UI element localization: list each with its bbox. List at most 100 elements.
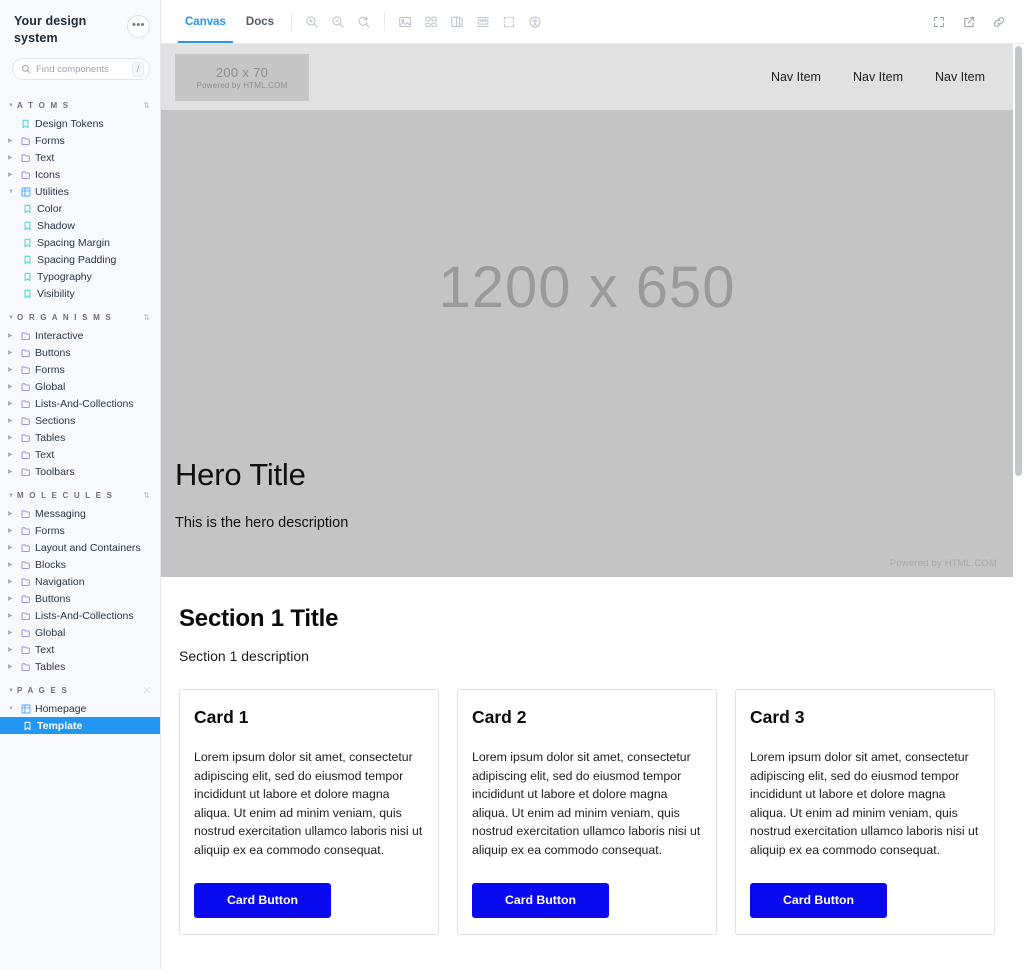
open-external-icon[interactable] bbox=[956, 15, 982, 29]
canvas-scrollbar[interactable] bbox=[1013, 44, 1024, 969]
twisty-icon[interactable]: ▶ bbox=[8, 469, 16, 475]
twisty-icon[interactable]: ▶ bbox=[8, 545, 16, 551]
card-button[interactable]: Card Button bbox=[194, 882, 331, 918]
sidebar-more-button[interactable]: ••• bbox=[127, 15, 150, 38]
tree-item-blocks[interactable]: ▶ Blocks bbox=[0, 556, 160, 573]
sidebar-header: Your design system ••• bbox=[0, 0, 160, 46]
image-icon[interactable] bbox=[392, 0, 418, 43]
twisty-icon[interactable]: ▶ bbox=[8, 511, 16, 517]
tree-group-header-atoms[interactable]: ▼ A T O M S ⇅ bbox=[0, 96, 160, 115]
sort-icon[interactable]: ⇅ bbox=[143, 491, 150, 500]
twisty-icon[interactable]: ▶ bbox=[8, 418, 16, 424]
tree-item-interactive[interactable]: ▶ Interactive bbox=[0, 327, 160, 344]
tree-item-text[interactable]: ▶ Text bbox=[0, 149, 160, 166]
link-icon[interactable] bbox=[986, 15, 1012, 29]
nav-item-2[interactable]: Nav Item bbox=[853, 70, 903, 84]
tree-item-messaging[interactable]: ▶ Messaging bbox=[0, 505, 160, 522]
twisty-icon[interactable]: ▶ bbox=[8, 172, 16, 178]
twisty-icon[interactable]: ▶ bbox=[8, 630, 16, 636]
sort-icon[interactable]: ⤬ bbox=[144, 686, 150, 695]
twisty-icon[interactable]: ▶ bbox=[8, 647, 16, 653]
ruler-icon[interactable] bbox=[470, 0, 496, 43]
zoom-reset-icon[interactable] bbox=[351, 0, 377, 43]
tree-item-typography[interactable]: Typography bbox=[0, 268, 160, 285]
nav-item-1[interactable]: Nav Item bbox=[771, 70, 821, 84]
tree-item-utilities[interactable]: ▼ Utilities bbox=[0, 183, 160, 200]
tree-item-color[interactable]: Color bbox=[0, 200, 160, 217]
twisty-icon[interactable]: ▶ bbox=[8, 384, 16, 390]
selection-icon[interactable] bbox=[496, 0, 522, 43]
tree-item-navigation[interactable]: ▶ Navigation bbox=[0, 573, 160, 590]
tree-item-icons[interactable]: ▶ Icons bbox=[0, 166, 160, 183]
twisty-icon[interactable]: ▶ bbox=[8, 155, 16, 161]
tree-item-spacing-margin[interactable]: Spacing Margin bbox=[0, 234, 160, 251]
tab-docs[interactable]: Docs bbox=[236, 0, 284, 43]
tree-group-label: M O L E C U L E S bbox=[17, 491, 114, 500]
folder-icon bbox=[20, 577, 31, 587]
tree-group-header-organisms[interactable]: ▼ O R G A N I S M S ⇅ bbox=[0, 308, 160, 327]
sort-icon[interactable]: ⇅ bbox=[143, 313, 150, 322]
zoom-out-icon[interactable] bbox=[325, 0, 351, 43]
tree-item-layout-and-containers[interactable]: ▶ Layout and Containers bbox=[0, 539, 160, 556]
toolbar-right-actions bbox=[926, 0, 1024, 43]
tree-item-shadow[interactable]: Shadow bbox=[0, 217, 160, 234]
tree-item-forms[interactable]: ▶ Forms bbox=[0, 522, 160, 539]
tree-item-text[interactable]: ▶ Text bbox=[0, 446, 160, 463]
tree-item-spacing-padding[interactable]: Spacing Padding bbox=[0, 251, 160, 268]
tree-item-tables[interactable]: ▶ Tables bbox=[0, 658, 160, 675]
tree-item-label: Spacing Margin bbox=[37, 236, 110, 249]
tree-item-tables[interactable]: ▶ Tables bbox=[0, 429, 160, 446]
tree-item-toolbars[interactable]: ▶ Toolbars bbox=[0, 463, 160, 480]
folder-icon bbox=[20, 331, 31, 341]
tree-item-template[interactable]: Template bbox=[0, 717, 160, 734]
tree-item-design-tokens[interactable]: Design Tokens bbox=[0, 115, 160, 132]
folder-icon bbox=[20, 136, 31, 146]
card-button[interactable]: Card Button bbox=[472, 882, 609, 918]
card-button[interactable]: Card Button bbox=[750, 882, 887, 918]
tree-item-global[interactable]: ▶ Global bbox=[0, 624, 160, 641]
tree-group-header-pages[interactable]: ▼ P A G E S ⤬ bbox=[0, 681, 160, 700]
tree-item-lists-and-collections[interactable]: ▶ Lists-And-Collections bbox=[0, 395, 160, 412]
tree-item-lists-and-collections[interactable]: ▶ Lists-And-Collections bbox=[0, 607, 160, 624]
search-input[interactable]: Find components / bbox=[12, 58, 150, 80]
twisty-icon[interactable]: ▶ bbox=[8, 664, 16, 670]
tree-item-buttons[interactable]: ▶ Buttons bbox=[0, 344, 160, 361]
tree-item-global[interactable]: ▶ Global bbox=[0, 378, 160, 395]
twisty-icon[interactable]: ▼ bbox=[8, 189, 16, 195]
twisty-icon[interactable]: ▶ bbox=[8, 435, 16, 441]
grid-view-icon[interactable] bbox=[418, 0, 444, 43]
fullscreen-icon[interactable] bbox=[926, 15, 952, 29]
twisty-icon[interactable]: ▶ bbox=[8, 528, 16, 534]
twisty-icon[interactable]: ▶ bbox=[8, 333, 16, 339]
tree-item-homepage[interactable]: ▼ Homepage bbox=[0, 700, 160, 717]
sort-icon[interactable]: ⇅ bbox=[143, 101, 150, 110]
twisty-icon[interactable]: ▼ bbox=[8, 706, 16, 712]
tree-item-buttons[interactable]: ▶ Buttons bbox=[0, 590, 160, 607]
tree-item-visibility[interactable]: Visibility bbox=[0, 285, 160, 302]
twisty-icon[interactable]: ▶ bbox=[8, 401, 16, 407]
zoom-in-icon[interactable] bbox=[299, 0, 325, 43]
twisty-icon[interactable]: ▶ bbox=[8, 596, 16, 602]
twisty-icon[interactable]: ▶ bbox=[8, 350, 16, 356]
accessibility-icon[interactable] bbox=[522, 0, 548, 43]
tree-item-label: Buttons bbox=[35, 346, 71, 359]
layers-icon[interactable] bbox=[444, 0, 470, 43]
canvas-scrollbar-thumb[interactable] bbox=[1015, 46, 1022, 476]
tree-group-header-molecules[interactable]: ▼ M O L E C U L E S ⇅ bbox=[0, 486, 160, 505]
folder-icon bbox=[20, 153, 31, 163]
component-tree[interactable]: ▼ A T O M S ⇅ Design Tokens ▶ Forms ▶ Text ▶ Icon… bbox=[0, 80, 160, 969]
twisty-icon[interactable]: ▶ bbox=[8, 613, 16, 619]
tree-item-forms[interactable]: ▶ Forms bbox=[0, 132, 160, 149]
twisty-icon[interactable]: ▶ bbox=[8, 452, 16, 458]
twisty-icon[interactable]: ▶ bbox=[8, 579, 16, 585]
tree-item-text[interactable]: ▶ Text bbox=[0, 641, 160, 658]
twisty-icon[interactable]: ▶ bbox=[8, 562, 16, 568]
nav-item-3[interactable]: Nav Item bbox=[935, 70, 985, 84]
twisty-icon[interactable]: ▶ bbox=[8, 138, 16, 144]
tree-item-sections[interactable]: ▶ Sections bbox=[0, 412, 160, 429]
hero-description: This is the hero description bbox=[175, 514, 349, 531]
bookmark-icon bbox=[22, 289, 33, 299]
tab-canvas[interactable]: Canvas bbox=[175, 0, 236, 43]
twisty-icon[interactable]: ▶ bbox=[8, 367, 16, 373]
tree-item-forms[interactable]: ▶ Forms bbox=[0, 361, 160, 378]
